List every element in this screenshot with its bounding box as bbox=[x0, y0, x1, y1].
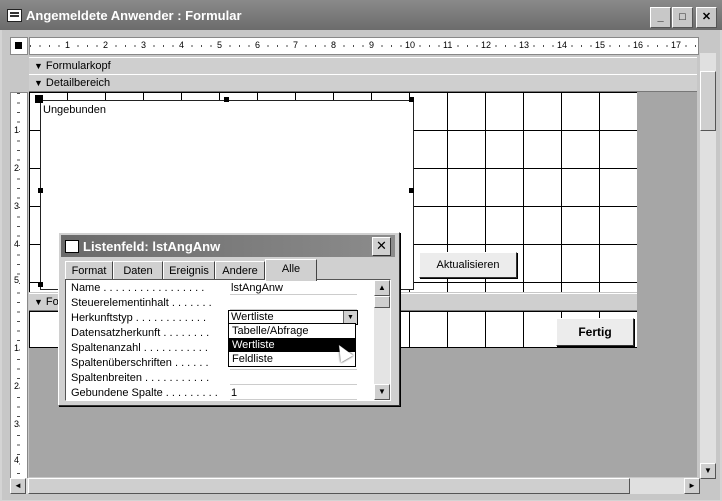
property-name: Datensatzherkunft . . . . . . . . bbox=[71, 327, 210, 339]
done-button[interactable]: Fertig bbox=[556, 318, 634, 346]
resize-handle[interactable] bbox=[224, 97, 229, 102]
property-value[interactable]: 1 bbox=[230, 386, 357, 400]
ruler-number: 4 bbox=[14, 239, 20, 249]
refresh-button[interactable]: Aktualisieren bbox=[419, 252, 517, 278]
resize-handle[interactable] bbox=[38, 282, 43, 287]
ruler-number: 12 bbox=[480, 40, 493, 50]
property-name: Steuerelementinhalt . . . . . . . bbox=[71, 297, 212, 309]
ruler-number: 5 bbox=[14, 275, 20, 285]
property-row[interactable]: Name . . . . . . . . . . . . . . . . . ls… bbox=[66, 281, 372, 296]
ruler-number: 1 bbox=[14, 125, 20, 135]
ruler-number: 14 bbox=[556, 40, 569, 50]
ruler-number: 6 bbox=[254, 40, 262, 50]
scroll-right-button[interactable]: ► bbox=[684, 478, 700, 494]
section-arrow-icon: ▼ bbox=[34, 297, 43, 307]
scroll-up-button[interactable]: ▲ bbox=[374, 280, 390, 296]
property-sheet-close-button[interactable]: ✕ bbox=[372, 237, 391, 256]
form-background bbox=[637, 92, 697, 477]
ruler-number: 8 bbox=[330, 40, 338, 50]
tab-daten[interactable]: Daten bbox=[113, 261, 163, 280]
resize-handle[interactable] bbox=[38, 188, 43, 193]
ruler-number: 4 bbox=[14, 455, 20, 465]
vertical-scrollbar[interactable]: ▼ bbox=[700, 53, 716, 479]
scroll-down-button[interactable]: ▼ bbox=[374, 384, 390, 400]
ruler-number: 2 bbox=[14, 163, 20, 173]
ruler-number: 2 bbox=[102, 40, 110, 50]
form-icon[interactable] bbox=[7, 9, 22, 22]
window-title: Angemeldete Anwender : Formular bbox=[26, 8, 242, 23]
scroll-down-button[interactable]: ▼ bbox=[700, 463, 716, 479]
property-name: Gebundene Spalte . . . . . . . . . bbox=[71, 387, 218, 399]
property-scrollbar[interactable]: ▲ ▼ bbox=[374, 280, 390, 400]
ruler-number: 15 bbox=[594, 40, 607, 50]
property-value[interactable] bbox=[230, 371, 357, 385]
scroll-thumb[interactable] bbox=[374, 296, 390, 308]
listbox-label: Ungebunden bbox=[43, 104, 107, 116]
scroll-thumb[interactable] bbox=[28, 478, 630, 494]
window-title-bar[interactable]: Angemeldete Anwender : Formular _ □ ✕ bbox=[0, 0, 722, 30]
property-name: Name . . . . . . . . . . . . . . . . . bbox=[71, 282, 205, 294]
ruler-number: 3 bbox=[140, 40, 148, 50]
ruler-number: 13 bbox=[518, 40, 531, 50]
property-name: Herkunftstyp . . . . . . . . . . . . bbox=[71, 312, 207, 324]
property-name: Spaltenüberschriften . . . . . . bbox=[71, 357, 209, 369]
property-value[interactable] bbox=[230, 296, 357, 310]
tab-alle[interactable]: Alle bbox=[265, 259, 317, 281]
scroll-left-button[interactable]: ◄ bbox=[10, 478, 26, 494]
section-bar-detail[interactable]: ▼ Detailbereich bbox=[29, 74, 697, 92]
scroll-thumb[interactable] bbox=[700, 71, 716, 131]
property-name: Spaltenbreiten . . . . . . . . . . . bbox=[71, 372, 210, 384]
ruler-number: 2 bbox=[14, 381, 20, 391]
section-arrow-icon: ▼ bbox=[34, 78, 43, 88]
property-row[interactable]: Steuerelementinhalt . . . . . . . bbox=[66, 296, 372, 311]
move-handle[interactable] bbox=[35, 95, 43, 103]
property-name: Spaltenanzahl . . . . . . . . . . . bbox=[71, 342, 208, 354]
section-label-header: Formularkopf bbox=[45, 60, 111, 72]
resize-handle[interactable] bbox=[409, 97, 414, 102]
maximize-button[interactable]: □ bbox=[672, 7, 693, 28]
ruler-number: 1 bbox=[64, 40, 72, 50]
tab-ereignis[interactable]: Ereignis bbox=[163, 261, 215, 280]
ruler-number: 17 bbox=[670, 40, 683, 50]
ruler-number: 9 bbox=[368, 40, 376, 50]
section-label-detail: Detailbereich bbox=[45, 77, 111, 89]
ruler-number: 10 bbox=[404, 40, 417, 50]
properties-icon bbox=[65, 240, 79, 253]
vertical-ruler[interactable]: 1 2 3 4 5 1 2 3 4 bbox=[10, 92, 28, 479]
section-arrow-icon: ▼ bbox=[34, 61, 43, 71]
ruler-number: 7 bbox=[292, 40, 300, 50]
section-label-footer: Fo bbox=[45, 296, 59, 308]
ruler-number: 16 bbox=[632, 40, 645, 50]
horizontal-ruler[interactable]: 1 2 3 4 5 6 7 8 9 10 11 12 13 14 15 16 1… bbox=[29, 37, 699, 55]
property-sheet-title: Listenfeld: lstAngAnw bbox=[83, 239, 221, 254]
ruler-number: 11 bbox=[442, 40, 454, 50]
horizontal-scrollbar[interactable]: ◄ ► bbox=[10, 478, 700, 494]
property-value[interactable]: lstAngAnw bbox=[230, 281, 357, 295]
property-row[interactable]: Spaltenbreiten . . . . . . . . . . . bbox=[66, 371, 372, 386]
ruler-number: 3 bbox=[14, 419, 20, 429]
tab-andere[interactable]: Andere bbox=[215, 261, 265, 280]
section-bar-header[interactable]: ▼ Formularkopf bbox=[29, 57, 697, 75]
property-sheet-title-bar[interactable]: Listenfeld: lstAngAnw ✕ bbox=[61, 235, 395, 257]
form-selector[interactable] bbox=[10, 37, 28, 55]
resize-handle[interactable] bbox=[409, 188, 414, 193]
ruler-number: 3 bbox=[14, 201, 20, 211]
close-button[interactable]: ✕ bbox=[696, 7, 717, 28]
dropdown-value: Wertliste bbox=[231, 311, 274, 323]
ruler-number: 5 bbox=[216, 40, 224, 50]
minimize-button[interactable]: _ bbox=[650, 7, 671, 28]
tab-format[interactable]: Format bbox=[65, 261, 113, 280]
dropdown-option-tabelle[interactable]: Tabelle/Abfrage bbox=[229, 324, 355, 338]
property-row[interactable]: Gebundene Spalte . . . . . . . . . 1 bbox=[66, 386, 372, 401]
ruler-number: 1 bbox=[14, 343, 20, 353]
ruler-number: 4 bbox=[178, 40, 186, 50]
